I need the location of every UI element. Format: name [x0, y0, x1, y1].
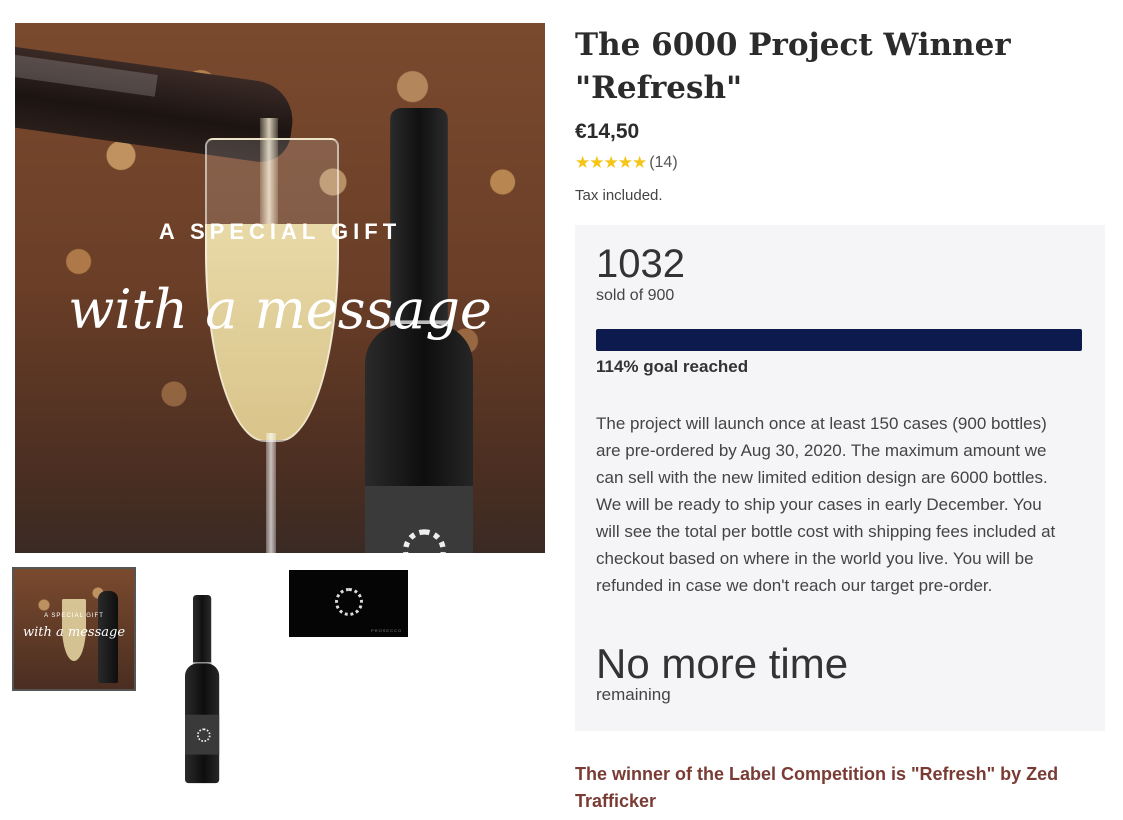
thumb-label: PROSECCO — [371, 628, 402, 633]
image-headline: A SPECIAL GIFT — [158, 219, 402, 244]
goal-progress-fill — [596, 329, 1082, 351]
thumb-headline: A SPECIAL GIFT — [44, 613, 104, 619]
thumb-script-text: with a message — [22, 625, 126, 640]
product-price: €14,50 — [575, 120, 640, 143]
rating-count: (14) — [649, 154, 678, 171]
campaign-description: The project will launch once at least 15… — [596, 414, 1056, 595]
crowdfunding-panel: 1032 sold of 900 114% goal reached The p… — [575, 225, 1105, 731]
flute-stem-graphic — [266, 433, 276, 553]
image-script-text: with a message — [68, 278, 492, 341]
thumbnail-3[interactable]: PROSECCO — [289, 570, 408, 637]
thumbnail-1[interactable]: A SPECIAL GIFT with a message — [12, 567, 136, 691]
sold-count: 1032 — [596, 242, 685, 286]
sold-of-label: sold of 900 — [596, 287, 675, 304]
thumbnail-2[interactable] — [175, 590, 245, 790]
goal-progress-bar — [596, 329, 1082, 351]
time-left: No more time — [596, 640, 849, 687]
tax-note: Tax included. — [575, 187, 663, 204]
loading-ring-graphic — [335, 588, 363, 616]
product-main-image[interactable]: A SPECIAL GIFT with a message — [15, 23, 545, 553]
product-title: The 6000 Project Winner "Refresh" — [575, 27, 1011, 106]
star-icon: ★★★★★ — [575, 153, 647, 172]
rating[interactable]: ★★★★★ (14) — [575, 153, 678, 173]
goal-reached-text: 114% goal reached — [596, 357, 749, 376]
winner-note: The winner of the Label Competition is "… — [575, 764, 1059, 811]
time-left-suffix: remaining — [596, 685, 671, 704]
thumb-bottle-graphic — [185, 595, 220, 784]
